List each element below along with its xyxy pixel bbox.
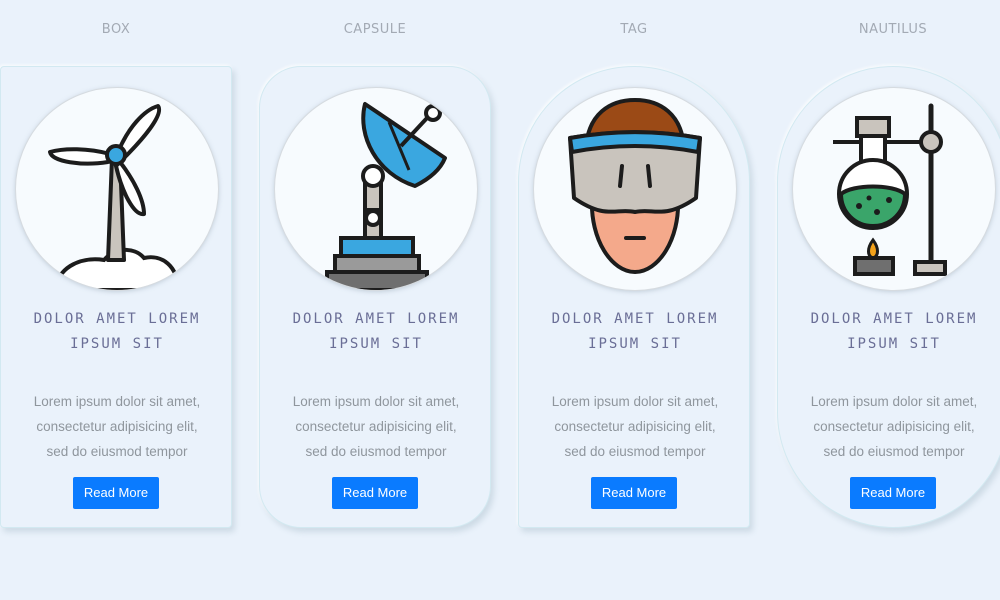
card-description: Lorem ipsum dolor sit amet, consectetur … [551, 394, 719, 459]
icon-circle [792, 87, 996, 291]
card-title: DOLOR AMET LOREM IPSUM SIT [292, 311, 460, 352]
style-label-box: BOX [101, 22, 131, 37]
card-description: Lorem ipsum dolor sit amet, consectetur … [810, 394, 978, 459]
icon-circle [533, 87, 737, 291]
card-box: DOLOR AMET LOREM IPSUM SIT Lorem ipsum d… [0, 66, 232, 528]
chemistry-flask-burner-icon [833, 103, 947, 276]
read-more-button[interactable]: Read More [591, 477, 677, 509]
card-title: DOLOR AMET LOREM IPSUM SIT [810, 311, 978, 352]
card-title: DOLOR AMET LOREM IPSUM SIT [551, 311, 719, 352]
vr-headset-person-icon [568, 98, 702, 274]
card-title: DOLOR AMET LOREM IPSUM SIT [33, 311, 201, 352]
read-more-button[interactable]: Read More [850, 477, 936, 509]
card-description: Lorem ipsum dolor sit amet, consectetur … [33, 394, 201, 459]
card-tag: DOLOR AMET LOREM IPSUM SIT Lorem ipsum d… [518, 66, 750, 528]
card-nautilus: DOLOR AMET LOREM IPSUM SIT Lorem ipsum d… [777, 66, 1000, 528]
icon-circle [15, 87, 219, 291]
style-label-capsule: CAPSULE [343, 22, 407, 37]
card-description: Lorem ipsum dolor sit amet, consectetur … [292, 394, 460, 459]
satellite-dish-icon [325, 102, 447, 290]
style-label-nautilus: NAUTILUS [858, 22, 928, 37]
card-column-capsule: CAPSULE DOLOR AMET LOREM IPSUM SIT Lorem… [259, 0, 491, 560]
wind-turbine-icon [48, 104, 181, 290]
icon-circle [274, 87, 478, 291]
read-more-button[interactable]: Read More [332, 477, 418, 509]
style-label-tag: TAG [620, 22, 648, 37]
card-column-box: BOX DOLOR AMET LOREM IPSUM SIT Lorem ips… [0, 0, 232, 560]
card-column-nautilus: NAUTILUS DOLOR AMET LOREM IPSUM SIT Lore… [777, 0, 1000, 560]
card-column-tag: TAG DOLOR AMET LOREM IPSUM SIT Lorem ips… [518, 0, 750, 560]
read-more-button[interactable]: Read More [73, 477, 159, 509]
card-capsule: DOLOR AMET LOREM IPSUM SIT Lorem ipsum d… [259, 66, 491, 528]
